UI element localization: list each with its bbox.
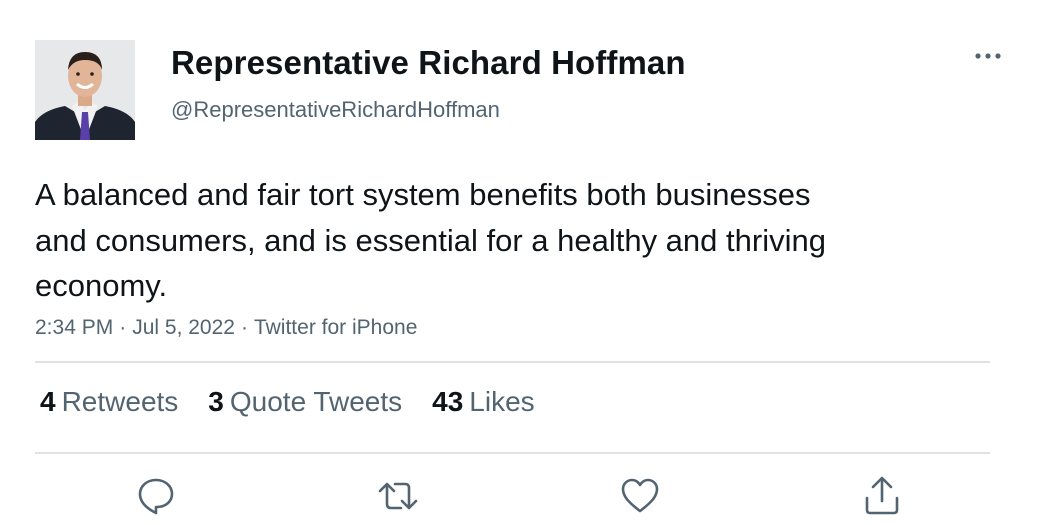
tweet-metadata: 2:34 PM · Jul 5, 2022 · Twitter for iPhone xyxy=(35,316,417,340)
tweet-time[interactable]: 2:34 PM xyxy=(35,316,113,339)
more-horizontal-icon[interactable] xyxy=(970,44,1006,68)
profile-photo-icon xyxy=(35,40,135,140)
divider xyxy=(35,361,990,363)
quote-tweets-stat[interactable]: 3 Quote Tweets xyxy=(208,386,402,418)
retweet-button[interactable] xyxy=(376,474,420,518)
tweet-source[interactable]: Twitter for iPhone xyxy=(254,316,417,339)
separator: · xyxy=(119,316,127,339)
likes-label: Likes xyxy=(469,386,535,417)
author-display-name[interactable]: Representative Richard Hoffman xyxy=(171,44,686,82)
engagement-stats: 4 Retweets 3 Quote Tweets 43 Likes xyxy=(40,386,535,418)
divider xyxy=(35,452,990,454)
tweet-date[interactable]: Jul 5, 2022 xyxy=(132,316,235,339)
heart-icon xyxy=(621,478,659,513)
action-bar xyxy=(0,474,1050,518)
share-button[interactable] xyxy=(860,474,904,518)
reply-icon xyxy=(138,478,174,515)
author-handle[interactable]: @RepresentativeRichardHoffman xyxy=(171,97,500,123)
likes-count: 43 xyxy=(432,386,464,417)
like-button[interactable] xyxy=(618,474,662,518)
quote-tweets-count: 3 xyxy=(208,386,224,417)
retweets-count: 4 xyxy=(40,386,56,417)
retweets-label: Retweets xyxy=(61,386,179,417)
separator: · xyxy=(240,316,248,339)
reply-button[interactable] xyxy=(134,474,178,518)
tweet-text: A balanced and fair tort system benefits… xyxy=(35,177,826,303)
likes-stat[interactable]: 43 Likes xyxy=(432,386,535,418)
share-icon xyxy=(865,476,899,515)
quote-tweets-label: Quote Tweets xyxy=(229,386,403,417)
retweets-stat[interactable]: 4 Retweets xyxy=(40,386,178,418)
retweet-icon xyxy=(378,482,418,510)
avatar[interactable] xyxy=(35,40,135,140)
